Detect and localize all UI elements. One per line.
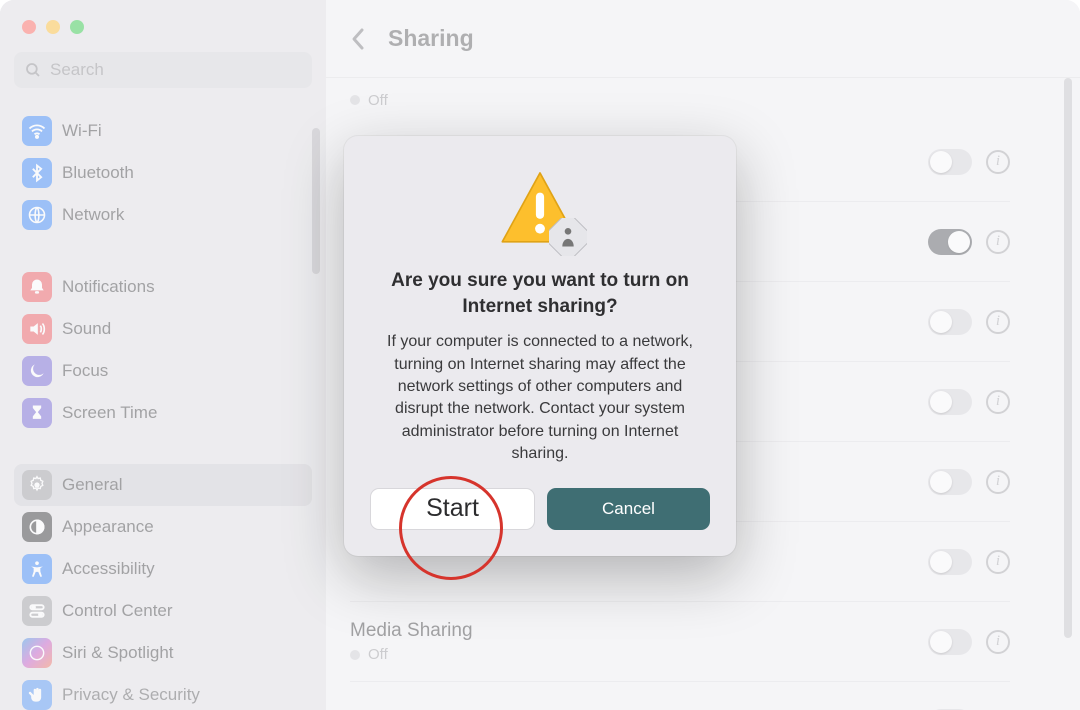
titlebar: Sharing — [326, 0, 1080, 78]
label: Bluetooth — [62, 163, 134, 183]
gear-icon — [22, 470, 52, 500]
row3-info-button[interactable]: i — [986, 310, 1010, 334]
sidebar-item-sound[interactable]: Sound — [14, 308, 312, 350]
sound-icon — [22, 314, 52, 344]
sidebar-item-focus[interactable]: Focus — [14, 350, 312, 392]
row3-toggle[interactable] — [928, 309, 972, 335]
sidebar-item-notifications[interactable]: Notifications — [14, 266, 312, 308]
chevron-left-icon — [350, 26, 368, 52]
row4-toggle[interactable] — [928, 389, 972, 415]
sharing-badge-icon — [549, 218, 587, 256]
printer-sharing-info-button[interactable]: i — [986, 150, 1010, 174]
label: Siri & Spotlight — [62, 643, 174, 663]
switches-icon — [22, 596, 52, 626]
sidebar-item-control-center[interactable]: Control Center — [14, 590, 312, 632]
sidebar-list: Wi-Fi Bluetooth Network — [0, 94, 326, 710]
row2-toggle[interactable] — [928, 229, 972, 255]
sidebar-item-accessibility[interactable]: Accessibility — [14, 548, 312, 590]
label: Focus — [62, 361, 108, 381]
row2-info-button[interactable]: i — [986, 230, 1010, 254]
appearance-icon — [22, 512, 52, 542]
status-text: Off — [368, 92, 388, 109]
label: Appearance — [62, 517, 154, 537]
row-media-sharing: Media Sharing Off i — [350, 602, 1010, 682]
sidebar-item-network[interactable]: Network — [14, 194, 312, 236]
search-input[interactable] — [50, 60, 302, 80]
window-controls — [0, 0, 326, 52]
media-sharing-label: Media Sharing — [350, 620, 473, 642]
sidebar-item-appearance[interactable]: Appearance — [14, 506, 312, 548]
minimize-window-button[interactable] — [46, 20, 60, 34]
dialog-wrap: Are you sure you want to turn on Interne… — [344, 136, 736, 556]
status-dot — [350, 95, 360, 105]
bell-icon — [22, 272, 52, 302]
warning-icon — [499, 168, 581, 250]
media-status-text: Off — [368, 646, 388, 663]
back-button[interactable] — [344, 24, 374, 54]
sidebar: Wi-Fi Bluetooth Network — [0, 0, 326, 710]
label: Accessibility — [62, 559, 155, 579]
label: Screen Time — [62, 403, 157, 423]
confirm-dialog: Are you sure you want to turn on Interne… — [344, 136, 736, 556]
zoom-window-button[interactable] — [70, 20, 84, 34]
media-status-dot — [350, 650, 360, 660]
row-bluetooth-sharing: Bluetooth Sharing i — [350, 682, 1010, 710]
globe-icon — [22, 200, 52, 230]
label: Privacy & Security — [62, 685, 200, 705]
printer-sharing-toggle[interactable] — [928, 149, 972, 175]
hourglass-icon — [22, 398, 52, 428]
sidebar-item-wifi[interactable]: Wi-Fi — [14, 110, 312, 152]
label: Notifications — [62, 277, 155, 297]
label: Wi-Fi — [62, 121, 102, 141]
row6-info-button[interactable]: i — [986, 550, 1010, 574]
sidebar-item-siri-spotlight[interactable]: Siri & Spotlight — [14, 632, 312, 674]
cancel-button[interactable]: Cancel — [547, 488, 710, 530]
page-title: Sharing — [388, 25, 474, 52]
sidebar-item-bluetooth[interactable]: Bluetooth — [14, 152, 312, 194]
start-button[interactable]: Start — [370, 488, 535, 530]
row4-info-button[interactable]: i — [986, 390, 1010, 414]
content-scrollbar-track — [1060, 78, 1076, 710]
settings-window: Wi-Fi Bluetooth Network — [0, 0, 1080, 710]
close-window-button[interactable] — [22, 20, 36, 34]
moon-icon — [22, 356, 52, 386]
sidebar-item-privacy-security[interactable]: Privacy & Security — [14, 674, 312, 710]
toprow-status: Off — [350, 78, 1010, 122]
sidebar-search[interactable] — [14, 52, 312, 88]
wifi-icon — [22, 116, 52, 146]
sidebar-scrollbar[interactable] — [312, 128, 320, 274]
dialog-message: If your computer is connected to a netwo… — [370, 331, 710, 465]
media-sharing-info-button[interactable]: i — [986, 630, 1010, 654]
bluetooth-icon — [22, 158, 52, 188]
media-sharing-toggle[interactable] — [928, 629, 972, 655]
content-scrollbar[interactable] — [1064, 78, 1072, 638]
search-icon — [24, 61, 42, 79]
siri-icon — [22, 638, 52, 668]
label: General — [62, 475, 122, 495]
sidebar-item-screen-time[interactable]: Screen Time — [14, 392, 312, 434]
accessibility-icon — [22, 554, 52, 584]
row5-info-button[interactable]: i — [986, 470, 1010, 494]
row6-toggle[interactable] — [928, 549, 972, 575]
label: Sound — [62, 319, 111, 339]
label: Control Center — [62, 601, 173, 621]
label: Network — [62, 205, 124, 225]
hand-icon — [22, 680, 52, 710]
dialog-title: Are you sure you want to turn on Interne… — [380, 268, 700, 319]
row5-toggle[interactable] — [928, 469, 972, 495]
sidebar-item-general[interactable]: General — [14, 464, 312, 506]
